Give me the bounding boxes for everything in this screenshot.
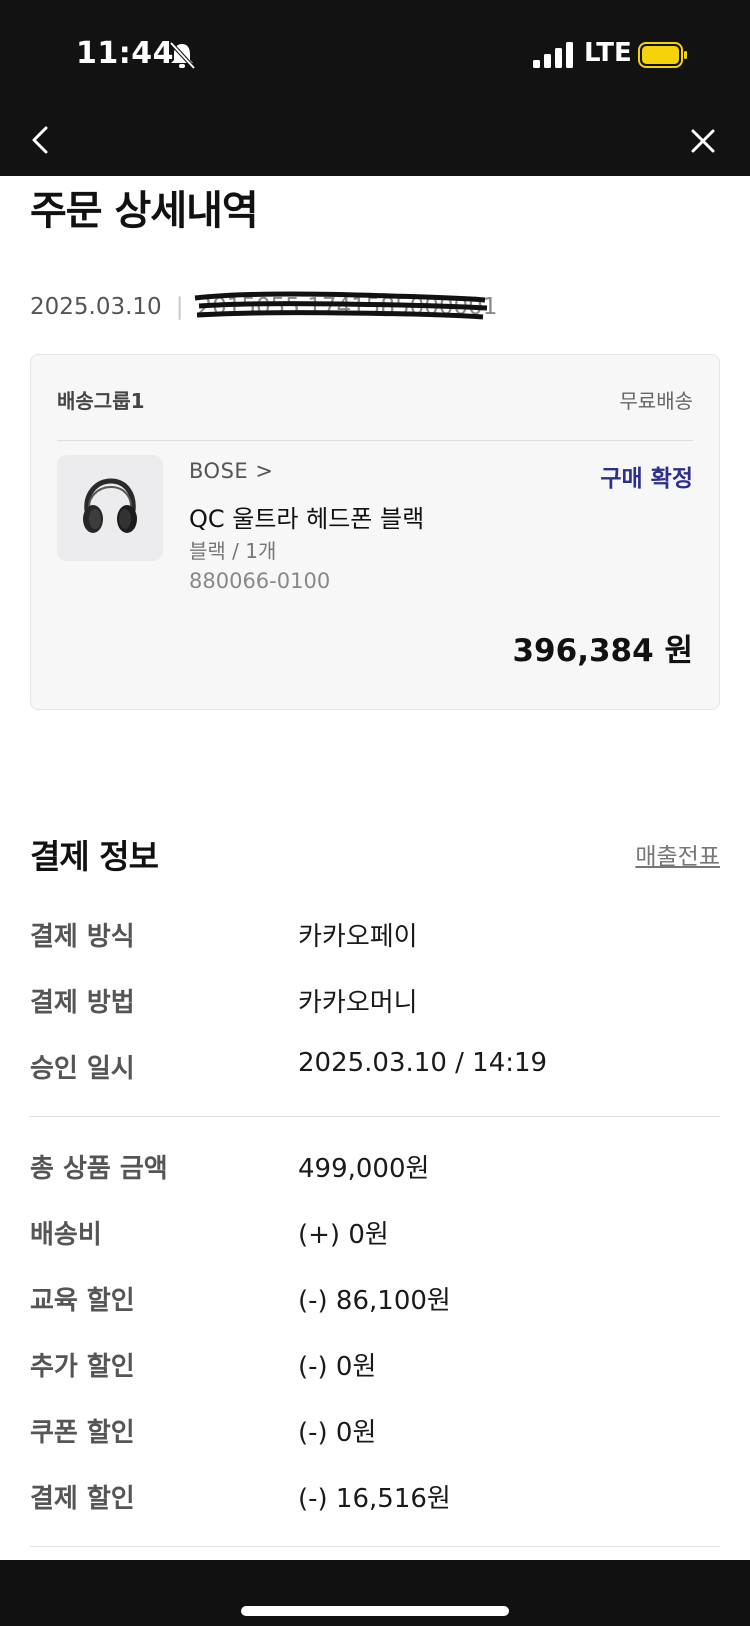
purchase-status-badge: 구매 확정 [600,466,693,492]
page-title: 주문 상세내역 [30,188,259,234]
row-label: 쿠폰 할인 [30,1418,135,1448]
payment-discount-row: 결제 할인 (-) 16,516원 [30,1478,720,1518]
home-indicator[interactable] [241,1606,509,1616]
delivery-group-label: 배송그룹1 [57,389,145,413]
chevron-left-icon[interactable] [26,124,54,156]
close-icon[interactable] [690,128,716,154]
row-value: 카카오페이 [298,922,418,952]
payment-way-row: 결제 방법 카카오머니 [30,982,720,1022]
delivery-group-card: 배송그룹1 무료배송 BOSE > 구매 확정 QC 울트라 헤드폰 블랙 블랙… [30,354,720,710]
shipping-cost-row: 배송비 (+) 0원 [30,1214,720,1254]
product-image[interactable] [57,455,163,561]
product-name[interactable]: QC 울트라 헤드폰 블랙 [189,499,424,534]
signal-icon [533,42,573,68]
payment-method-row: 결제 방식 카카오페이 [30,916,720,956]
row-label: 결제 방법 [30,988,135,1018]
status-time: 11:44 [76,36,174,71]
redaction-scribble [195,291,488,320]
total-amount-row: 총 상품 금액 499,000원 [30,1148,720,1188]
row-value: (-) 0원 [298,1352,377,1382]
row-label: 결제 할인 [30,1484,135,1514]
chevron-right-icon: > [255,459,274,483]
network-label: LTE [584,38,632,68]
row-value: 499,000원 [298,1154,430,1184]
row-value: (-) 86,100원 [298,1286,451,1316]
row-label: 교육 할인 [30,1286,135,1316]
row-label: 총 상품 금액 [30,1154,168,1184]
bottom-divider [30,1546,720,1547]
row-label: 결제 방식 [30,922,135,952]
bottom-bar [0,1560,750,1626]
battery-icon [638,42,687,68]
receipt-link[interactable]: 매출전표 [635,837,720,871]
brand-name: BOSE [189,459,249,483]
additional-discount-row: 추가 할인 (-) 0원 [30,1346,720,1386]
row-value: 2025.03.10 / 14:19 [298,1048,548,1078]
order-meta: 2025.03.10 | 2015055 1741585000001 [30,291,497,320]
order-number: 2015055 1741585000001 [195,291,497,320]
approval-time-row: 승인 일시 2025.03.10 / 14:19 [30,1048,720,1088]
order-date: 2025.03.10 [30,294,162,320]
shipping-fee-label: 무료배송 [619,389,693,413]
row-label: 배송비 [30,1220,102,1250]
order-separator: | [175,294,184,320]
bell-off-icon [169,41,196,70]
row-label: 추가 할인 [30,1352,135,1382]
top-bar: 11:44 LTE [0,0,750,176]
row-value: (-) 0원 [298,1418,377,1448]
row-value: (+) 0원 [298,1220,389,1250]
coupon-discount-row: 쿠폰 할인 (-) 0원 [30,1412,720,1452]
section-divider [30,1116,720,1117]
product-price: 396,384 원 [512,633,693,669]
product-code: 880066-0100 [189,569,331,593]
headphones-icon [83,478,137,533]
brand-link[interactable]: BOSE > [189,459,273,483]
row-value: 카카오머니 [298,988,418,1018]
payment-info-title: 결제 정보 [30,837,159,876]
row-value: (-) 16,516원 [298,1484,451,1514]
education-discount-row: 교육 할인 (-) 86,100원 [30,1280,720,1320]
card-header: 배송그룹1 무료배송 [57,385,693,441]
product-option: 블랙 / 1개 [189,539,277,563]
row-label: 승인 일시 [30,1054,135,1084]
